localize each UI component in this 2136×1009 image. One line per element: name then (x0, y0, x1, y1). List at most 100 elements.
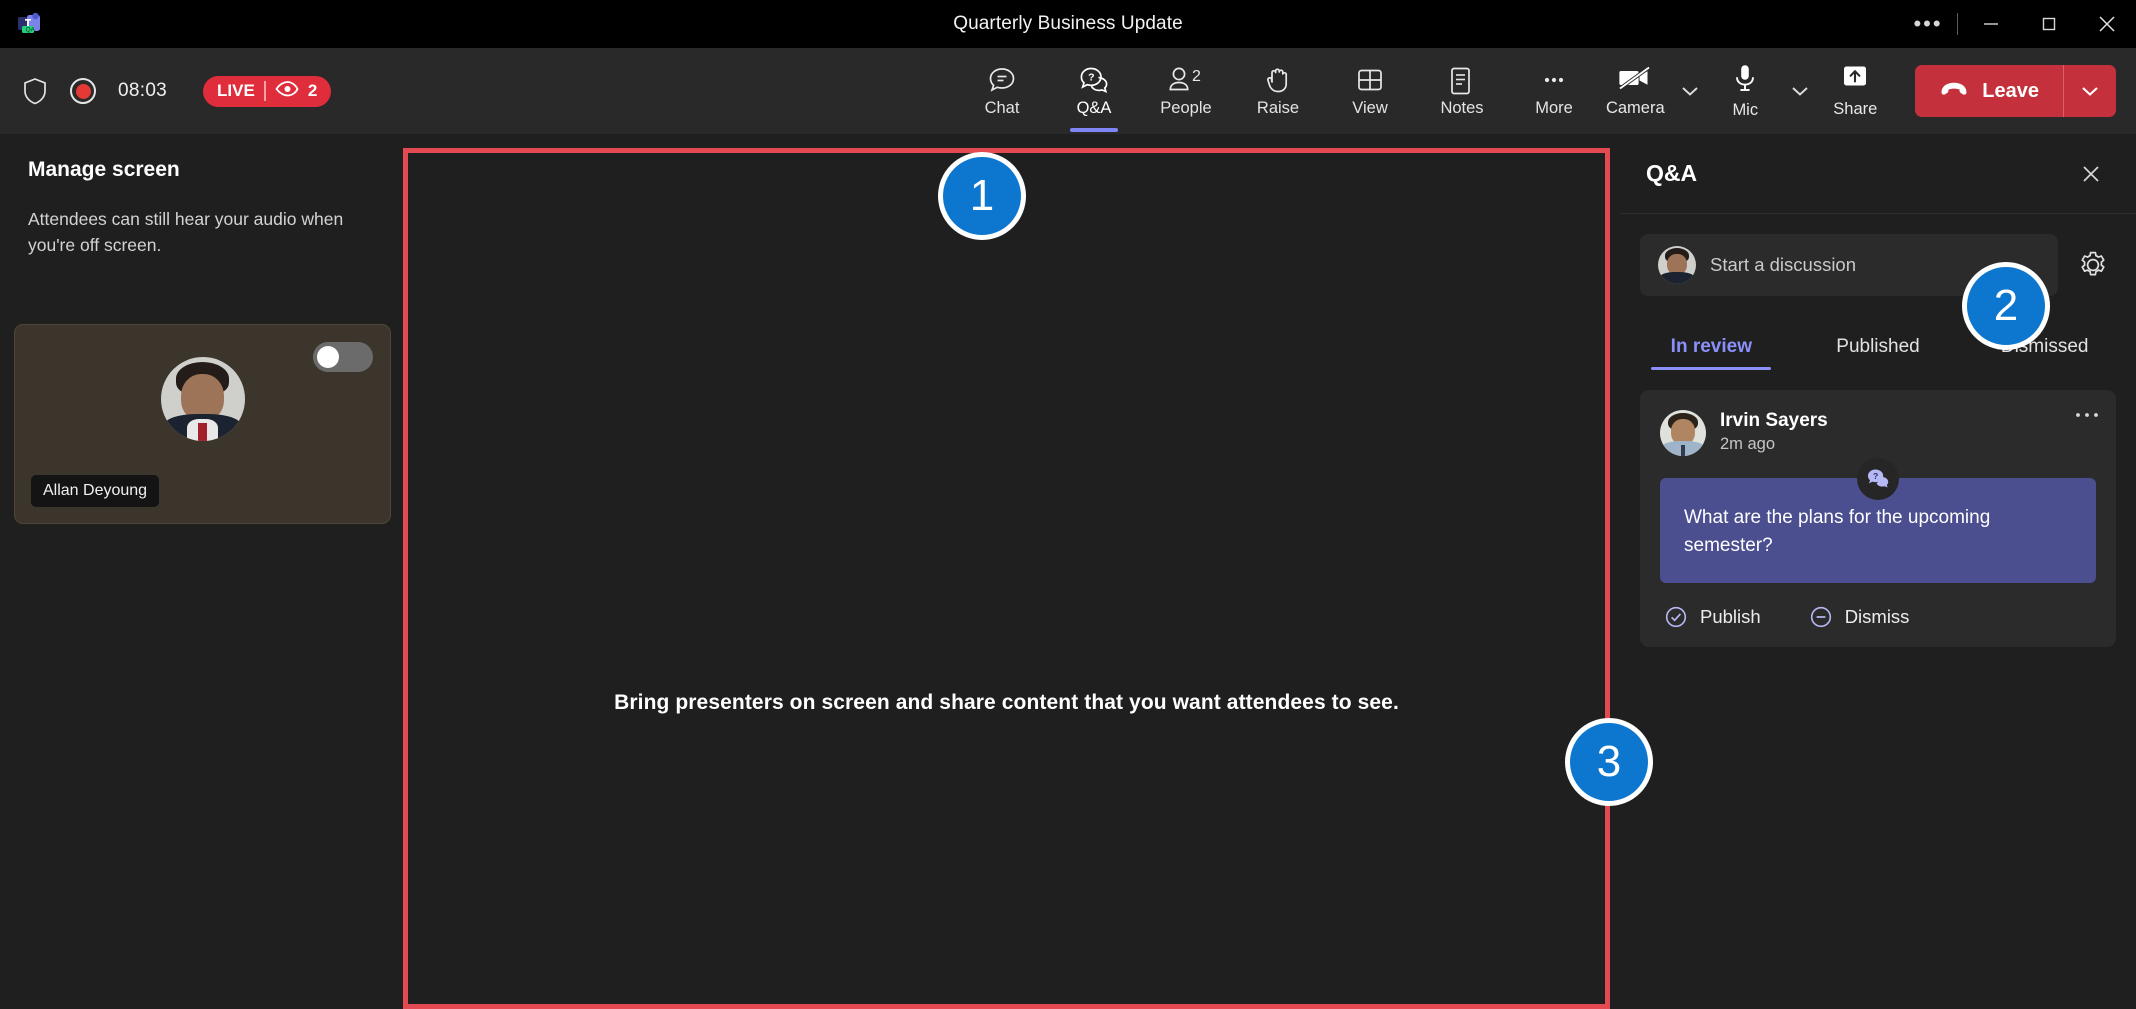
camera-label: Camera (1605, 98, 1665, 117)
window-controls: ••• (1903, 0, 2136, 48)
toolbar-item-chat[interactable]: Chat (956, 48, 1048, 134)
presenter-onscreen-toggle[interactable] (313, 342, 373, 372)
qa-panel-title: Q&A (1646, 160, 1698, 186)
manage-screen-header: Manage screen Attendees can still hear y… (0, 134, 403, 259)
teams-meeting-window: QA Quarterly Business Update ••• 08:03 L… (0, 0, 2136, 1009)
grid-view-icon (1355, 64, 1385, 96)
tab-in-review[interactable]: In review (1628, 336, 1795, 370)
live-divider (263, 81, 266, 101)
toolbar-item-notes[interactable]: Notes (1416, 48, 1508, 134)
maximize-button[interactable] (2020, 0, 2078, 48)
meeting-stage[interactable]: Bring presenters on screen and share con… (403, 148, 1610, 1009)
manage-screen-panel: Manage screen Attendees can still hear y… (0, 134, 403, 1009)
callout-badge-2: 2 (1962, 262, 2050, 350)
leave-button-group: Leave (1915, 65, 2116, 117)
close-button[interactable] (2078, 0, 2136, 48)
toolbar-item-notes-label: Notes (1440, 99, 1484, 117)
camera-button[interactable]: Camera (1597, 48, 1673, 134)
svg-text:?: ? (1088, 71, 1094, 83)
mic-button[interactable]: Mic (1707, 48, 1783, 134)
notes-icon (1449, 64, 1475, 96)
qa-panel-header: Q&A (1620, 134, 2136, 214)
meeting-timer: 08:03 (118, 80, 168, 101)
svg-text:2: 2 (1192, 68, 1201, 85)
qa-tabs: In review Published Dismissed (1620, 314, 2136, 370)
toolbar-item-chat-label: Chat (984, 99, 1020, 117)
record-icon[interactable] (70, 78, 96, 104)
shield-icon[interactable] (22, 77, 48, 105)
person-icon: 2 (1165, 64, 1207, 96)
avatar (1658, 246, 1696, 284)
start-discussion-placeholder: Start a discussion (1710, 254, 1857, 275)
list-item[interactable]: Irvin Sayers 2m ago ? What are the plans… (1640, 390, 2116, 648)
leave-button[interactable]: Leave (1915, 65, 2063, 117)
camera-control-group: Camera (1597, 48, 1707, 134)
meeting-toolbar: 08:03 LIVE 2 Chat ? Q&A 2 People Raise V… (0, 48, 2136, 134)
qa-question-list: Irvin Sayers 2m ago ? What are the plans… (1620, 370, 2136, 648)
mic-label: Mic (1732, 100, 1759, 119)
callout-badge-1: 1 (938, 152, 1026, 240)
question-actions: Publish Dismiss (1660, 605, 2096, 629)
toolbar-item-more[interactable]: More (1508, 48, 1600, 134)
leave-label: Leave (1982, 79, 2039, 102)
toolbar-item-people[interactable]: 2 People (1140, 48, 1232, 134)
eye-icon (275, 80, 299, 102)
question-bubble-icon: ? (1079, 64, 1110, 96)
microphone-icon (1732, 63, 1758, 98)
toolbar-item-raise-label: Raise (1256, 99, 1300, 117)
publish-label: Publish (1700, 606, 1761, 628)
toolbar-item-more-label: More (1535, 99, 1573, 117)
window-controls-divider (1957, 13, 1958, 35)
question-author: Irvin Sayers (1720, 410, 1828, 431)
publish-button[interactable]: Publish (1664, 605, 1761, 629)
dismiss-button[interactable]: Dismiss (1809, 605, 1910, 629)
gear-icon[interactable] (2070, 242, 2116, 288)
viewer-count: 2 (307, 81, 318, 100)
window-overflow-button[interactable]: ••• (1903, 0, 1953, 48)
toolbar-actions: Chat ? Q&A 2 People Raise View Notes Mor… (956, 48, 1600, 134)
callout-badge-3: 3 (1565, 718, 1653, 806)
device-controls: Camera Mic Share Leave (1597, 48, 2116, 134)
toolbar-item-view-label: View (1352, 99, 1388, 117)
meeting-title: Quarterly Business Update (953, 13, 1183, 34)
camera-off-icon (1618, 65, 1652, 96)
share-button[interactable]: Share (1817, 48, 1893, 134)
presenter-avatar (160, 357, 245, 441)
toolbar-item-raise[interactable]: Raise (1232, 48, 1324, 134)
minus-circle-icon (1809, 605, 1833, 629)
qa-panel: Q&A Start a discussion In review Publish… (1620, 134, 2136, 1009)
leave-chevron-down-icon[interactable] (2064, 65, 2116, 117)
toolbar-item-qa-label: Q&A (1076, 99, 1112, 117)
toolbar-item-people-label: People (1160, 99, 1212, 117)
presenter-name: Allan Deyoung (31, 475, 160, 507)
minimize-button[interactable] (1962, 0, 2020, 48)
tab-published[interactable]: Published (1795, 336, 1962, 370)
question-header: Irvin Sayers 2m ago (1660, 410, 2096, 456)
stage-empty-message: Bring presenters on screen and share con… (614, 691, 1399, 714)
question-timestamp: 2m ago (1720, 435, 1776, 453)
camera-chevron-down-icon[interactable] (1673, 63, 1707, 119)
question-bubble-wrap: ? What are the plans for the upcoming se… (1660, 458, 2096, 584)
manage-screen-title: Manage screen (28, 158, 180, 181)
title-bar: QA Quarterly Business Update ••• (0, 0, 2136, 48)
mic-control-group: Mic (1707, 48, 1817, 134)
leave-divider (2063, 65, 2064, 117)
manage-screen-description: Attendees can still hear your audio when… (28, 209, 344, 256)
live-badge: LIVE 2 (203, 75, 332, 107)
toolbar-item-view[interactable]: View (1324, 48, 1416, 134)
toggle-knob (317, 346, 339, 368)
toolbar-item-qa[interactable]: ? Q&A (1048, 48, 1140, 134)
mic-chevron-down-icon[interactable] (1783, 63, 1817, 119)
question-bubble-icon: ? (1857, 458, 1899, 500)
share-label: Share (1833, 99, 1878, 118)
avatar (1660, 410, 1706, 456)
more-horizontal-icon (1539, 64, 1569, 96)
close-icon[interactable] (2072, 155, 2110, 193)
check-circle-icon (1664, 605, 1688, 629)
presenter-card[interactable]: Allan Deyoung (14, 324, 391, 524)
qa-compose-row: Start a discussion (1620, 214, 2136, 296)
svg-text:?: ? (1873, 471, 1878, 481)
dismiss-label: Dismiss (1844, 606, 1910, 628)
hangup-phone-icon (1939, 80, 1969, 103)
question-more-horizontal-icon[interactable] (2074, 408, 2100, 420)
